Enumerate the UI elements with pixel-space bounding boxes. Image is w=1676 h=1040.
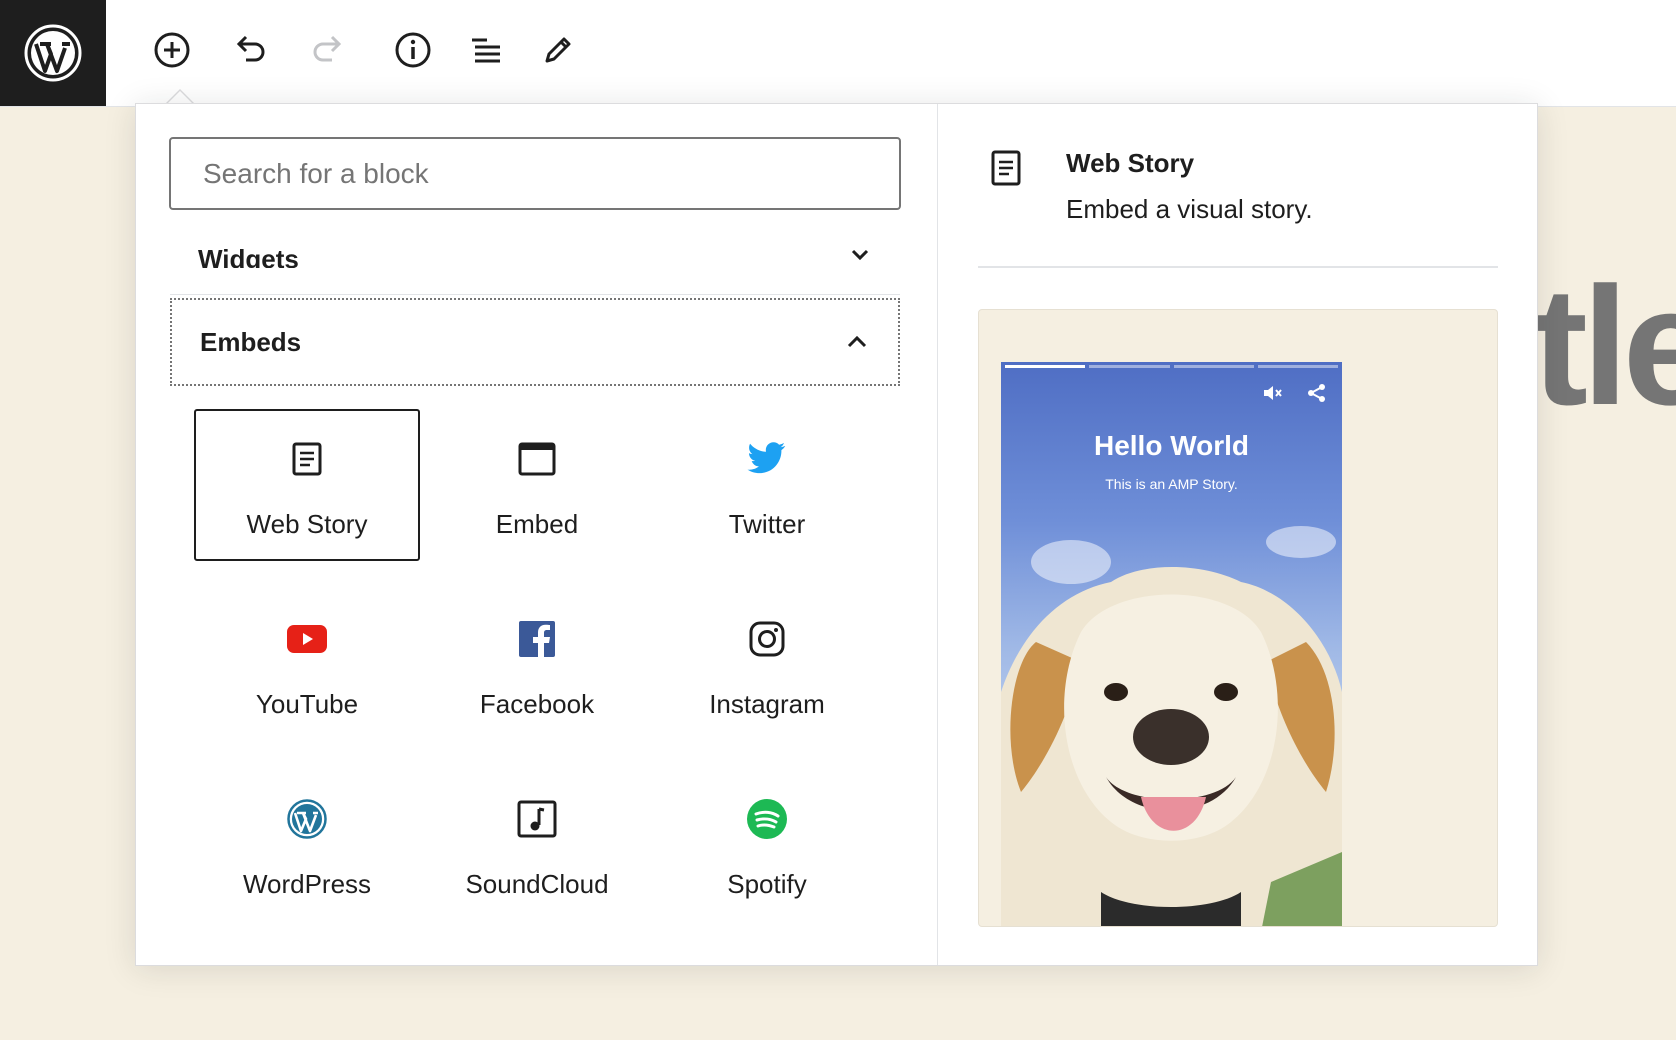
info-icon [395, 32, 431, 68]
inserter-block-list: Search for a block Widgets Embeds Web St… [136, 104, 938, 965]
redo-icon [313, 35, 342, 62]
document-icon [991, 150, 1021, 186]
preview-block-title: Web Story [1066, 148, 1195, 178]
block-spotify[interactable]: Spotify [654, 769, 880, 921]
story-preview-image: Hello World This is an AMP Story. [1001, 362, 1342, 926]
facebook-icon [515, 617, 559, 661]
block-label: WordPress [242, 869, 372, 899]
instagram-icon [745, 617, 789, 661]
redo-button[interactable] [304, 26, 352, 74]
block-soundcloud[interactable]: SoundCloud [424, 769, 650, 921]
mute-icon[interactable] [1261, 382, 1283, 404]
embeds-category-label: Embeds [200, 326, 302, 357]
wordpress-icon [285, 797, 329, 841]
story-progress-bars [1005, 365, 1338, 368]
block-label: Web Story [246, 509, 368, 539]
details-button[interactable] [389, 26, 437, 74]
story-subtitle: This is an AMP Story. [1105, 476, 1238, 492]
widgets-category-label: Widgets [198, 243, 299, 274]
undo-button[interactable] [226, 26, 274, 74]
list-view-button[interactable] [462, 26, 510, 74]
embed-window-icon [515, 437, 559, 481]
dog-photo [1001, 526, 1342, 926]
pencil-icon [545, 37, 571, 63]
music-icon [515, 797, 559, 841]
undo-icon [236, 35, 265, 62]
youtube-icon [285, 617, 329, 661]
chevron-up-icon [847, 335, 867, 348]
editor-top-toolbar [0, 0, 1676, 107]
block-wordpress[interactable]: WordPress [194, 769, 420, 921]
embeds-category-toggle[interactable]: Embeds [170, 298, 900, 386]
block-search-input[interactable]: Search for a block [169, 137, 901, 210]
block-label: Twitter [728, 509, 806, 539]
tools-button[interactable] [534, 26, 582, 74]
block-embed[interactable]: Embed [424, 409, 650, 561]
section-divider [170, 294, 900, 295]
list-view-icon [472, 38, 500, 63]
block-twitter[interactable]: Twitter [654, 409, 880, 561]
block-youtube[interactable]: YouTube [194, 589, 420, 741]
block-label: Spotify [727, 869, 807, 899]
share-icon[interactable] [1306, 382, 1328, 404]
post-title-fragment: tle [1532, 252, 1676, 440]
block-instagram[interactable]: Instagram [654, 589, 880, 741]
document-icon [285, 437, 329, 481]
block-label: Instagram [709, 689, 825, 719]
preview-block-description: Embed a visual story. [1066, 194, 1313, 224]
block-label: Embed [495, 509, 579, 539]
chevron-down-icon [851, 249, 869, 261]
widgets-category-toggle[interactable]: Widgets [170, 232, 900, 268]
block-facebook[interactable]: Facebook [424, 589, 650, 741]
story-title: Hello World [1093, 430, 1250, 461]
preview-divider [978, 266, 1498, 268]
plus-circle-icon [154, 32, 190, 68]
block-label: YouTube [255, 689, 359, 719]
twitter-icon [745, 437, 789, 481]
block-label: SoundCloud [465, 869, 609, 899]
block-label: Facebook [479, 689, 595, 719]
block-inserter-popover: Search for a block Widgets Embeds Web St… [135, 103, 1538, 966]
add-block-button[interactable] [148, 26, 196, 74]
block-web-story[interactable]: Web Story [194, 409, 420, 561]
wordpress-logo-icon [24, 24, 82, 82]
wordpress-logo-button[interactable] [0, 0, 106, 106]
block-preview-area: Hello World This is an AMP Story. [978, 309, 1498, 927]
spotify-icon [745, 797, 789, 841]
